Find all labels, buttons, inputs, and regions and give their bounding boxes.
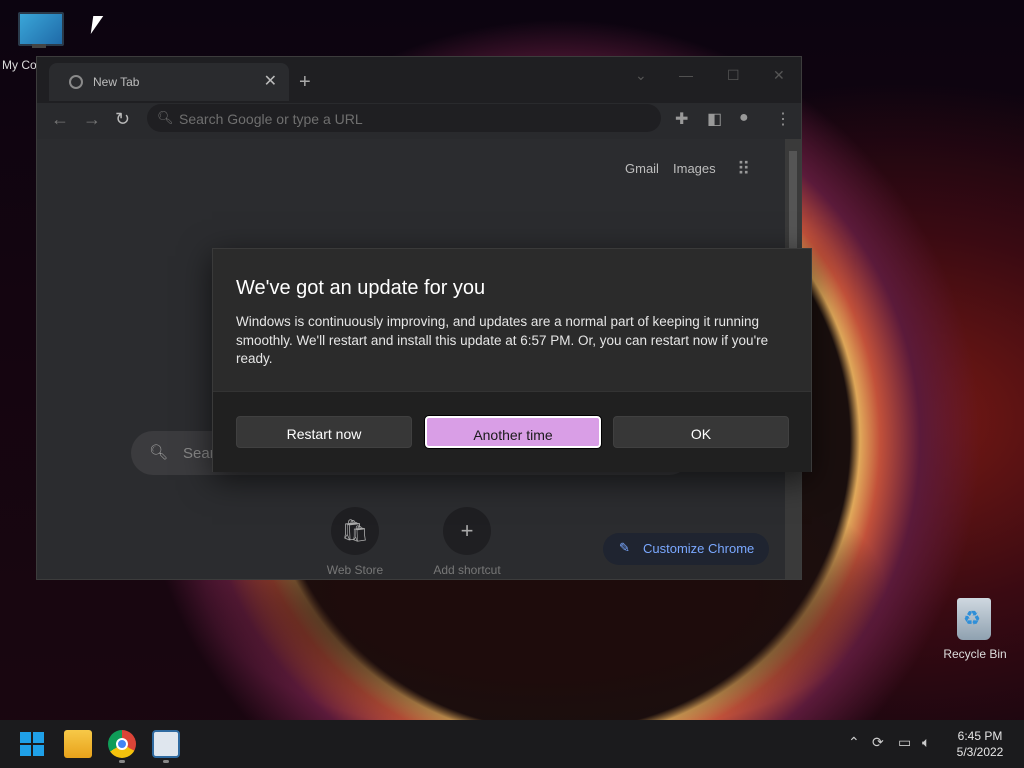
file-explorer-icon[interactable] (64, 730, 92, 758)
shortcut-add[interactable]: + Add shortcut (412, 507, 522, 577)
update-dialog: We've got an update for you Windows is c… (212, 248, 812, 472)
restart-now-button[interactable]: Restart now (236, 416, 412, 448)
volume-icon[interactable]: 🔈︎ (922, 734, 930, 751)
maximize-icon[interactable]: ☐ (727, 67, 740, 84)
search-icon: 🔍︎ (157, 110, 174, 125)
another-time-button[interactable]: Another time (425, 416, 601, 448)
extensions-icon[interactable]: ✚ (675, 109, 688, 129)
taskbar: ⌃ ⟳ ▭ 🔈︎ 6:45 PM 5/3/2022 (0, 720, 1024, 768)
shortcut-label: Web Store (326, 563, 384, 577)
forward-icon[interactable]: → (83, 109, 101, 130)
profile-icon[interactable]: ● (739, 109, 749, 127)
clock[interactable]: 6:45 PM 5/3/2022 (950, 728, 1010, 760)
pencil-icon: ✎ (619, 540, 630, 555)
ok-button[interactable]: OK (613, 416, 789, 448)
minimize-icon[interactable]: — (679, 67, 693, 83)
monitor-stand (32, 44, 46, 48)
start-button[interactable] (20, 732, 44, 756)
tab-new-tab[interactable]: New Tab ✕ (49, 63, 289, 101)
apps-grid-icon[interactable]: ⠿ (737, 159, 751, 180)
gmail-link[interactable]: Gmail (625, 161, 659, 176)
web-store-icon: 🛍 (331, 507, 379, 555)
dialog-body: Windows is continuously improving, and u… (236, 314, 769, 366)
running-indicator (119, 760, 125, 763)
show-hidden-icons-icon[interactable]: ⌃ (848, 734, 860, 751)
plus-icon: + (443, 507, 491, 555)
my-computer-label: My Co (2, 58, 37, 72)
customize-chrome-button[interactable]: ✎ Customize Chrome (603, 533, 769, 565)
ntp-search-placeholder: Sear (183, 445, 215, 462)
start-tile (33, 745, 44, 756)
chrome-taskbar-icon[interactable] (108, 730, 136, 758)
tab-search-icon[interactable]: ⌄ (635, 67, 647, 84)
start-tile (20, 745, 31, 756)
tab-close-icon[interactable]: ✕ (264, 71, 277, 91)
tab-strip: New Tab ✕ + ⌄ — ☐ ✕ (37, 57, 801, 103)
dialog-title: We've got an update for you (236, 277, 486, 299)
tab-title: New Tab (93, 75, 140, 89)
shortcut-label: Add shortcut (433, 563, 501, 577)
search-icon: 🔍︎ (149, 444, 169, 461)
mouse-cursor-icon (90, 16, 104, 34)
running-indicator (163, 760, 169, 763)
shortcut-web-store[interactable]: 🛍 Web Store (300, 507, 410, 577)
omnibox-placeholder: Search Google or type a URL (179, 111, 363, 127)
start-tile (20, 732, 31, 743)
monitor-icon (18, 12, 64, 46)
side-panel-icon[interactable]: ◧ (707, 109, 722, 129)
update-status-icon[interactable]: ⟳ (872, 734, 884, 751)
reload-icon[interactable]: ↻ (115, 109, 130, 130)
dialog-footer: Restart now Another time OK (213, 391, 811, 472)
customize-label: Customize Chrome (643, 541, 755, 556)
recycle-bin-icon (957, 598, 991, 640)
back-icon[interactable]: ← (51, 109, 69, 130)
omnibox[interactable]: 🔍︎ Search Google or type a URL (147, 104, 661, 132)
chrome-tab-icon (69, 75, 83, 89)
network-icon[interactable]: ▭ (898, 734, 911, 751)
images-link[interactable]: Images (673, 161, 716, 176)
start-tile (33, 732, 44, 743)
recycle-bin-label: Recycle Bin (943, 647, 1007, 661)
clock-time: 6:45 PM (957, 729, 1003, 743)
menu-icon[interactable]: ⋮ (775, 109, 791, 129)
app-window-icon[interactable] (152, 730, 180, 758)
new-tab-button[interactable]: + (299, 71, 311, 94)
close-window-icon[interactable]: ✕ (773, 67, 785, 84)
clock-date: 5/3/2022 (956, 745, 1004, 759)
